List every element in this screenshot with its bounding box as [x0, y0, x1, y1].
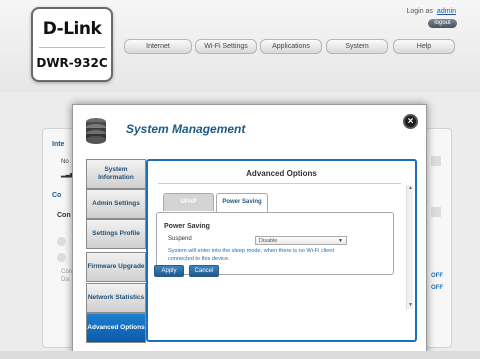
login-status: Login as admin [406, 8, 456, 15]
bg-radio-2 [57, 253, 66, 262]
sidebar-item-network-statistics[interactable]: Network Statistics [86, 283, 146, 313]
sidebar-item-system-information[interactable]: System Information [86, 159, 146, 189]
apply-button[interactable]: Apply [154, 265, 184, 277]
content-panel: Advanced Options UPnP Power Saving Power… [146, 159, 417, 342]
sidebar-item-firmware-upgrade[interactable]: Firmware Upgrade [86, 252, 146, 282]
logout-button[interactable]: logout [428, 19, 457, 28]
content-title: Advanced Options [246, 169, 317, 178]
bg-box-2 [431, 207, 441, 217]
content-divider [158, 183, 401, 184]
footer-bar [0, 351, 480, 359]
suspend-select-value: Disable [259, 238, 278, 244]
nav-system[interactable]: System [326, 39, 388, 54]
tab-upnp[interactable]: UPnP [163, 193, 214, 211]
close-icon[interactable]: × [403, 114, 418, 129]
login-prefix: Login as [406, 8, 433, 15]
nav-applications[interactable]: Applications [260, 39, 322, 54]
bg-internet-heading: Inte [52, 141, 65, 148]
logo-model: DWR-932C [36, 56, 108, 70]
bg-box-1 [431, 156, 441, 166]
nav-wifi-settings[interactable]: Wi-Fi Settings [195, 39, 257, 54]
bg-row-no: No [61, 159, 69, 165]
bg-row-con-2: Con [61, 269, 73, 275]
scroll-up-icon[interactable]: ▲ [407, 185, 414, 192]
bg-connection-heading: Co [52, 192, 62, 199]
header-bar: D-Link DWR-932C Login as admin logout Int… [0, 0, 480, 92]
section-title: Power Saving [164, 223, 210, 230]
suspend-select[interactable]: Disable ▼ [255, 236, 347, 245]
system-management-dialog: System Management × System Information A… [72, 104, 427, 354]
bg-off-2: OFF [431, 285, 443, 291]
bg-radio-1 [57, 237, 66, 246]
nav-help[interactable]: Help [393, 39, 455, 54]
sidebar-item-admin-settings[interactable]: Admin Settings [86, 189, 146, 219]
sidebar-item-advanced-options[interactable]: Advanced Options [86, 313, 146, 343]
database-icon [86, 118, 106, 144]
bg-row-dis: Dis [61, 277, 70, 283]
nav-internet[interactable]: Internet [124, 39, 192, 54]
chevron-down-icon: ▼ [338, 238, 343, 244]
sidebar-item-settings-profile[interactable]: Settings Profile [86, 219, 146, 249]
bg-off-1: OFF [431, 273, 443, 279]
login-user-link[interactable]: admin [437, 8, 456, 15]
bg-row-con: Con [57, 212, 71, 219]
tab-power-saving[interactable]: Power Saving [216, 193, 268, 212]
scroll-down-icon[interactable]: ▼ [407, 302, 414, 309]
dialog-title: System Management [126, 122, 246, 136]
cancel-button[interactable]: Cancel [189, 265, 219, 277]
logo-divider [39, 47, 105, 48]
power-saving-note: System will enter into the sleep mode, w… [168, 248, 335, 262]
dlink-logo: D-Link DWR-932C [31, 7, 113, 82]
suspend-label: Suspend [168, 236, 192, 242]
logo-brand: D-Link [42, 19, 102, 39]
content-scrollbar[interactable]: ▲ ▼ [406, 185, 413, 309]
